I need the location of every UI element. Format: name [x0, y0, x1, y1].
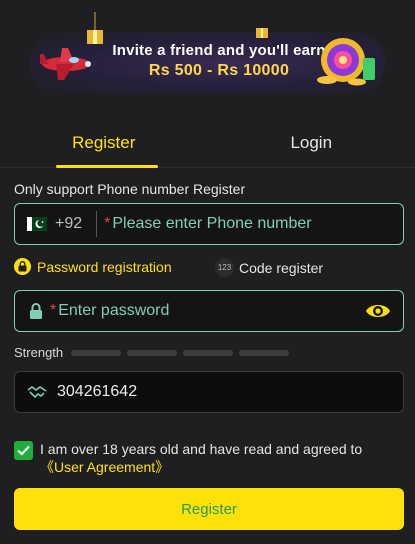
phone-field[interactable]: +92 * Please enter Phone number — [14, 203, 404, 245]
code-badge-icon: 123 — [215, 258, 234, 277]
strength-segment — [71, 349, 122, 356]
password-field[interactable]: * Enter password — [14, 290, 404, 332]
password-registration-label: Password registration — [37, 258, 172, 275]
required-mark: * — [104, 215, 111, 232]
field-divider — [96, 211, 98, 237]
pakistan-flag-icon — [27, 217, 47, 231]
password-input[interactable]: * Enter password — [50, 302, 169, 320]
phone-only-note: Only support Phone number Register — [14, 181, 246, 197]
tab-login[interactable]: Login — [208, 118, 415, 167]
code-register-label: Code register — [239, 259, 324, 276]
password-strength: Strength — [14, 345, 295, 360]
strength-label: Strength — [14, 345, 64, 360]
banner-reward-range: Rs 500 - Rs 10000 — [148, 62, 290, 79]
agreement-statement: I am over 18 years old and have read and… — [40, 441, 363, 457]
phone-input[interactable]: * Please enter Phone number — [104, 215, 311, 233]
strength-segment — [239, 349, 290, 356]
age-agreement: I am over 18 years old and have read and… — [14, 440, 406, 476]
strength-segment — [183, 349, 234, 356]
invite-code-input[interactable]: 304261642 — [57, 383, 137, 401]
agreement-checkbox[interactable] — [14, 441, 33, 460]
country-code[interactable]: +92 — [55, 215, 82, 233]
lock-icon — [30, 303, 42, 319]
phone-placeholder: Please enter Phone number — [112, 215, 312, 232]
tab-register[interactable]: Register — [0, 118, 208, 168]
password-registration-option[interactable]: Password registration — [14, 258, 172, 275]
lock-badge-icon — [14, 258, 31, 275]
code-register-option[interactable]: 123 Code register — [215, 258, 323, 277]
coin-wheel-icon — [317, 38, 375, 86]
user-agreement-link[interactable]: 《User Agreement》 — [40, 459, 169, 475]
required-mark: * — [50, 302, 57, 319]
airplane-icon — [40, 48, 91, 80]
registration-mode-selector: Password registration 123 Code register — [14, 258, 404, 278]
strength-segment — [127, 349, 178, 356]
strength-meter — [71, 349, 295, 356]
gift-small-icon — [256, 28, 268, 38]
auth-tabs: Register Login — [0, 118, 415, 168]
invite-code-field[interactable]: 304261642 — [14, 371, 404, 413]
eye-icon[interactable] — [365, 300, 391, 322]
password-placeholder: Enter password — [58, 302, 170, 319]
checkmark-icon — [17, 445, 30, 456]
banner-headline: Invite a friend and you'll earn — [112, 42, 326, 59]
agreement-text: I am over 18 years old and have read and… — [40, 440, 406, 476]
handshake-icon — [27, 386, 47, 399]
register-button[interactable]: Register — [14, 488, 404, 530]
promo-banner[interactable]: Invite a friend and you'll earn Rs 500 -… — [0, 0, 415, 118]
